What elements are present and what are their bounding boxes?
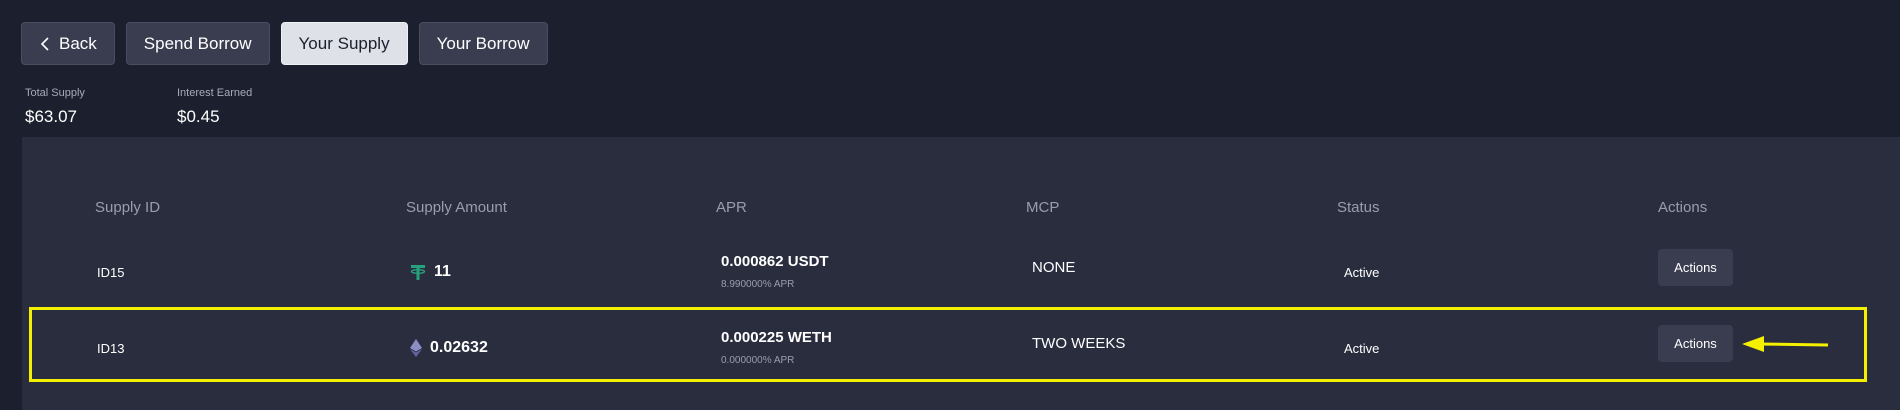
status-cell: Active <box>1344 265 1380 280</box>
tab-your-supply[interactable]: Your Supply <box>280 22 408 65</box>
header-mcp: MCP <box>1026 199 1060 216</box>
supply-amount-value: 0.02632 <box>430 339 488 356</box>
header-apr: APR <box>716 199 747 216</box>
table-row: ID13 0.02632 0.000225 WETH 0.000000% APR… <box>22 311 1900 387</box>
tab-spend-borrow[interactable]: Spend Borrow <box>125 22 270 65</box>
chevron-left-icon <box>39 36 51 52</box>
supply-id-cell: ID13 <box>97 341 125 356</box>
usdt-icon <box>410 263 426 281</box>
header-supply-id: Supply ID <box>95 199 161 216</box>
apr-amount: 0.000862 USDT <box>721 253 829 270</box>
header-actions: Actions <box>1658 199 1708 216</box>
tab-spend-borrow-label: Spend Borrow <box>143 33 252 53</box>
tab-your-borrow[interactable]: Your Borrow <box>418 22 548 65</box>
apr-cell: 0.000862 USDT 8.990000% APR <box>721 253 829 290</box>
eth-icon <box>410 339 422 357</box>
pointer-arrow-icon <box>1742 336 1829 352</box>
apr-rate: 8.990000% APR <box>721 279 795 290</box>
back-button-label: Back <box>59 33 97 53</box>
supply-id-cell: ID15 <box>97 265 125 280</box>
header-status: Status <box>1337 199 1380 216</box>
header-supply-amount: Supply Amount <box>406 199 507 216</box>
total-supply-label: Total Supply <box>25 87 85 99</box>
supply-amount-value: 11 <box>434 263 451 280</box>
apr-cell: 0.000225 WETH 0.000000% APR <box>721 329 832 366</box>
supply-amount-cell: 0.02632 <box>410 339 488 357</box>
tab-your-borrow-label: Your Borrow <box>436 33 530 53</box>
supply-table: Supply ID Supply Amount APR MCP Status A… <box>22 137 1900 410</box>
interest-earned-stat: Interest Earned $0.45 <box>177 87 317 127</box>
actions-button[interactable]: Actions <box>1658 249 1733 286</box>
interest-earned-value: $0.45 <box>177 107 220 126</box>
mcp-cell: TWO WEEKS <box>1032 335 1126 352</box>
total-supply-stat: Total Supply $63.07 <box>25 87 165 127</box>
supply-amount-cell: 11 <box>410 263 451 281</box>
apr-rate: 0.000000% APR <box>721 355 795 366</box>
total-supply-value: $63.07 <box>25 107 77 126</box>
apr-amount: 0.000225 WETH <box>721 329 832 346</box>
back-button[interactable]: Back <box>21 22 115 65</box>
tab-bar: Back Spend Borrow Your Supply Your Borro… <box>21 22 559 65</box>
status-cell: Active <box>1344 341 1380 356</box>
table-row: ID15 11 0.000862 USDT 8.990000% APR NONE… <box>22 235 1900 311</box>
mcp-cell: NONE <box>1032 259 1076 276</box>
actions-button[interactable]: Actions <box>1658 325 1733 362</box>
interest-earned-label: Interest Earned <box>177 87 253 99</box>
tab-your-supply-label: Your Supply <box>298 33 390 53</box>
